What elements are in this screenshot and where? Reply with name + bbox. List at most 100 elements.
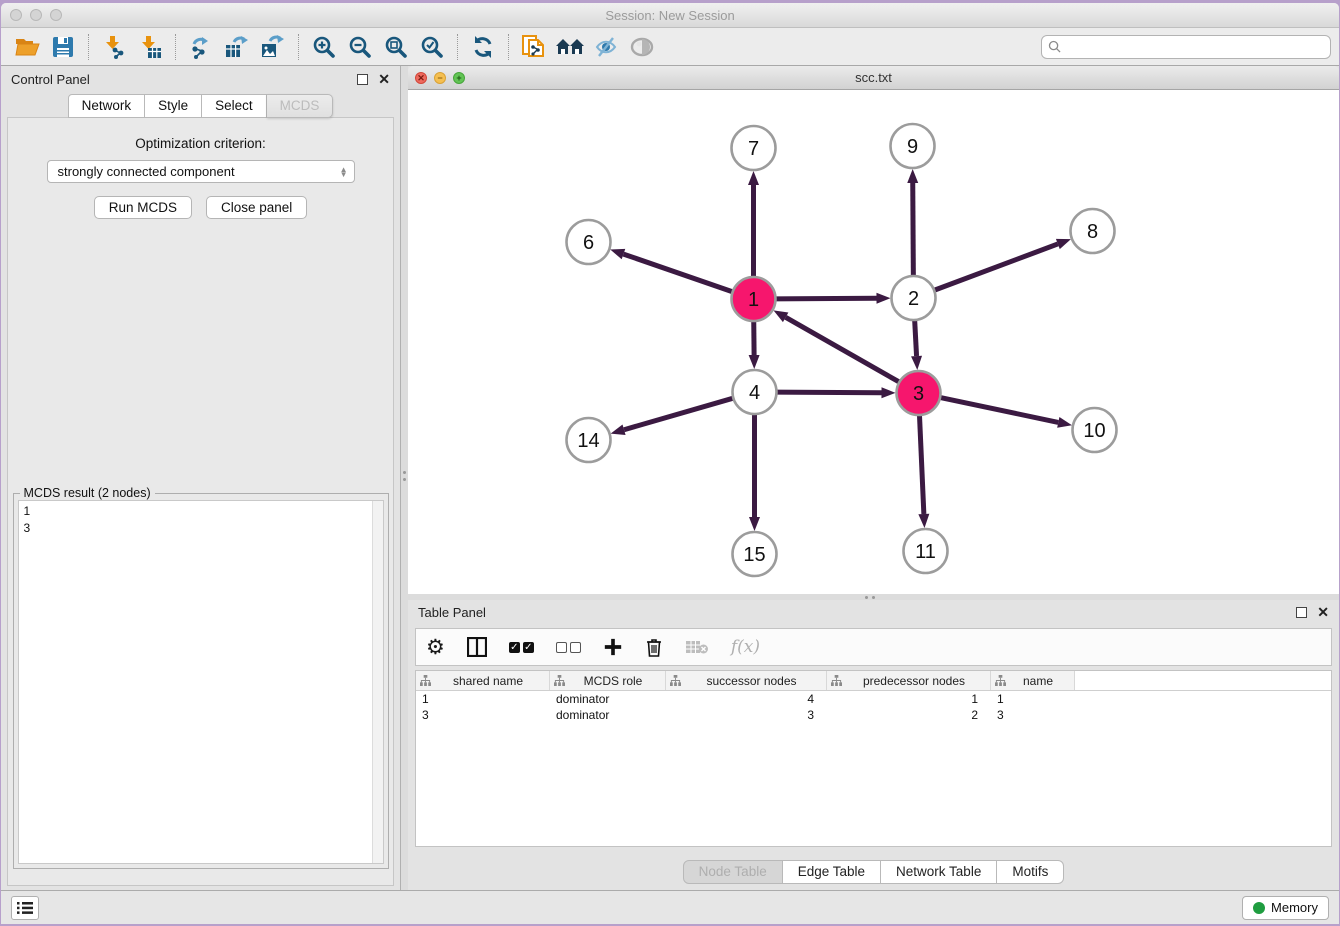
close-panel-button[interactable]: Close panel [206, 196, 307, 219]
eye-disabled-icon [629, 36, 655, 58]
search-input[interactable] [1066, 40, 1324, 54]
edge-3-1[interactable] [786, 317, 901, 383]
export-network-button[interactable] [183, 31, 219, 63]
select-all-button[interactable]: ✓✓ [509, 632, 534, 662]
edge-4-3[interactable] [774, 392, 881, 393]
node-table: shared nameMCDS rolesuccessor nodesprede… [415, 670, 1332, 847]
node-10[interactable]: 10 [1073, 408, 1117, 452]
console-button[interactable] [11, 896, 39, 920]
control-panel-title: Control Panel [11, 72, 90, 87]
column-header-predecessor-nodes[interactable]: predecessor nodes [827, 671, 991, 690]
tab-network-table[interactable]: Network Table [881, 860, 997, 884]
table-cell[interactable]: 3 [666, 707, 827, 723]
float-panel-icon[interactable] [357, 74, 368, 85]
node-14[interactable]: 14 [567, 418, 611, 462]
attribute-tree-icon [831, 675, 842, 686]
edge-3-11[interactable] [919, 413, 923, 514]
tab-select[interactable]: Select [202, 94, 267, 118]
mcds-tab-content: Optimization criterion: strongly connect… [7, 117, 394, 886]
tab-edge-table[interactable]: Edge Table [783, 860, 881, 884]
table-row[interactable]: 3dominator323 [416, 707, 1331, 723]
zoom-selected-button[interactable] [414, 31, 450, 63]
table-cell[interactable]: 1 [416, 691, 550, 707]
table-row[interactable]: 1dominator411 [416, 691, 1331, 707]
node-6[interactable]: 6 [567, 220, 611, 264]
memory-button[interactable]: Memory [1242, 896, 1329, 920]
export-table-button[interactable] [219, 31, 255, 63]
tab-motifs[interactable]: Motifs [997, 860, 1064, 884]
network-graph[interactable]: 7 9 6 8 1 2 4 3 14 10 15 11 [408, 90, 1339, 594]
zoom-fit-button[interactable] [378, 31, 414, 63]
edge-1-6[interactable] [623, 254, 734, 292]
edge-2-9[interactable] [913, 183, 914, 278]
function-builder-button[interactable]: f(x) [731, 632, 760, 662]
node-9[interactable]: 9 [891, 124, 935, 168]
floppy-disk-icon [52, 36, 74, 58]
edge-1-2[interactable] [773, 298, 876, 299]
node-8[interactable]: 8 [1071, 209, 1115, 253]
vertical-splitter[interactable] [401, 66, 408, 890]
table-cell[interactable]: 2 [827, 707, 991, 723]
zoom-in-button[interactable] [306, 31, 342, 63]
new-network-from-selection-button[interactable] [516, 31, 552, 63]
column-header-name[interactable]: name [991, 671, 1075, 690]
mcds-result-text[interactable]: 1 3 [18, 500, 384, 864]
table-cell[interactable]: 3 [416, 707, 550, 723]
refresh-button[interactable] [465, 31, 501, 63]
search-field[interactable] [1041, 35, 1331, 59]
export-image-button[interactable] [255, 31, 291, 63]
deselect-all-button[interactable] [556, 632, 581, 662]
open-session-button[interactable] [9, 31, 45, 63]
save-session-button[interactable] [45, 31, 81, 63]
network-canvas[interactable]: 7 9 6 8 1 2 4 3 14 10 15 11 [408, 90, 1339, 594]
table-cell[interactable]: 1 [827, 691, 991, 707]
tab-mcds[interactable]: MCDS [267, 94, 334, 118]
edge-4-14[interactable] [624, 398, 735, 430]
delete-table-button[interactable] [685, 632, 709, 662]
edge-3-10[interactable] [938, 397, 1058, 422]
first-neighbors-button[interactable] [552, 31, 588, 63]
close-panel-icon[interactable]: ✕ [378, 72, 390, 86]
edge-2-8[interactable] [932, 244, 1058, 291]
tab-style[interactable]: Style [145, 94, 202, 118]
edge-2-3[interactable] [915, 318, 917, 356]
table-cell[interactable]: dominator [550, 691, 666, 707]
result-scrollbar[interactable] [372, 501, 383, 863]
node-1[interactable]: 1 [732, 277, 776, 321]
table-cell[interactable]: dominator [550, 707, 666, 723]
import-table-button[interactable] [132, 31, 168, 63]
table-cell[interactable]: 1 [991, 691, 1075, 707]
memory-status-icon [1253, 902, 1265, 914]
import-network-button[interactable] [96, 31, 132, 63]
tab-node-table[interactable]: Node Table [683, 860, 783, 884]
table-settings-button[interactable]: ⚙ [426, 632, 445, 662]
column-header-shared-name[interactable]: shared name [416, 671, 550, 690]
show-graphics-details-button[interactable] [624, 31, 660, 63]
close-table-panel-icon[interactable]: ✕ [1317, 605, 1329, 619]
node-11[interactable]: 11 [904, 529, 948, 573]
run-mcds-button[interactable]: Run MCDS [94, 196, 192, 219]
node-label: 4 [749, 382, 760, 404]
zoom-fit-icon [384, 35, 408, 59]
column-header-MCDS-role[interactable]: MCDS role [550, 671, 666, 690]
node-7[interactable]: 7 [732, 126, 776, 170]
app-window: Session: New Session [1, 3, 1339, 924]
horizontal-splitter[interactable] [408, 594, 1339, 600]
table-cell[interactable]: 4 [666, 691, 827, 707]
toggle-panel-button[interactable] [467, 632, 487, 662]
hide-selected-button[interactable] [588, 31, 624, 63]
node-15[interactable]: 15 [733, 532, 777, 576]
delete-column-button[interactable] [645, 632, 663, 662]
table-cell[interactable]: 3 [991, 707, 1075, 723]
zoom-out-button[interactable] [342, 31, 378, 63]
optimization-criterion-select[interactable]: strongly connected component ▲▼ [47, 160, 355, 183]
add-column-button[interactable] [603, 632, 623, 662]
float-table-panel-icon[interactable] [1296, 607, 1307, 618]
node-3[interactable]: 3 [897, 371, 941, 415]
table-tabs: Node TableEdge TableNetwork TableMotifs [408, 860, 1339, 884]
node-4[interactable]: 4 [733, 370, 777, 414]
column-header-successor-nodes[interactable]: successor nodes [666, 671, 827, 690]
tab-network[interactable]: Network [68, 94, 146, 118]
node-2[interactable]: 2 [892, 276, 936, 320]
main-toolbar [1, 28, 1339, 66]
